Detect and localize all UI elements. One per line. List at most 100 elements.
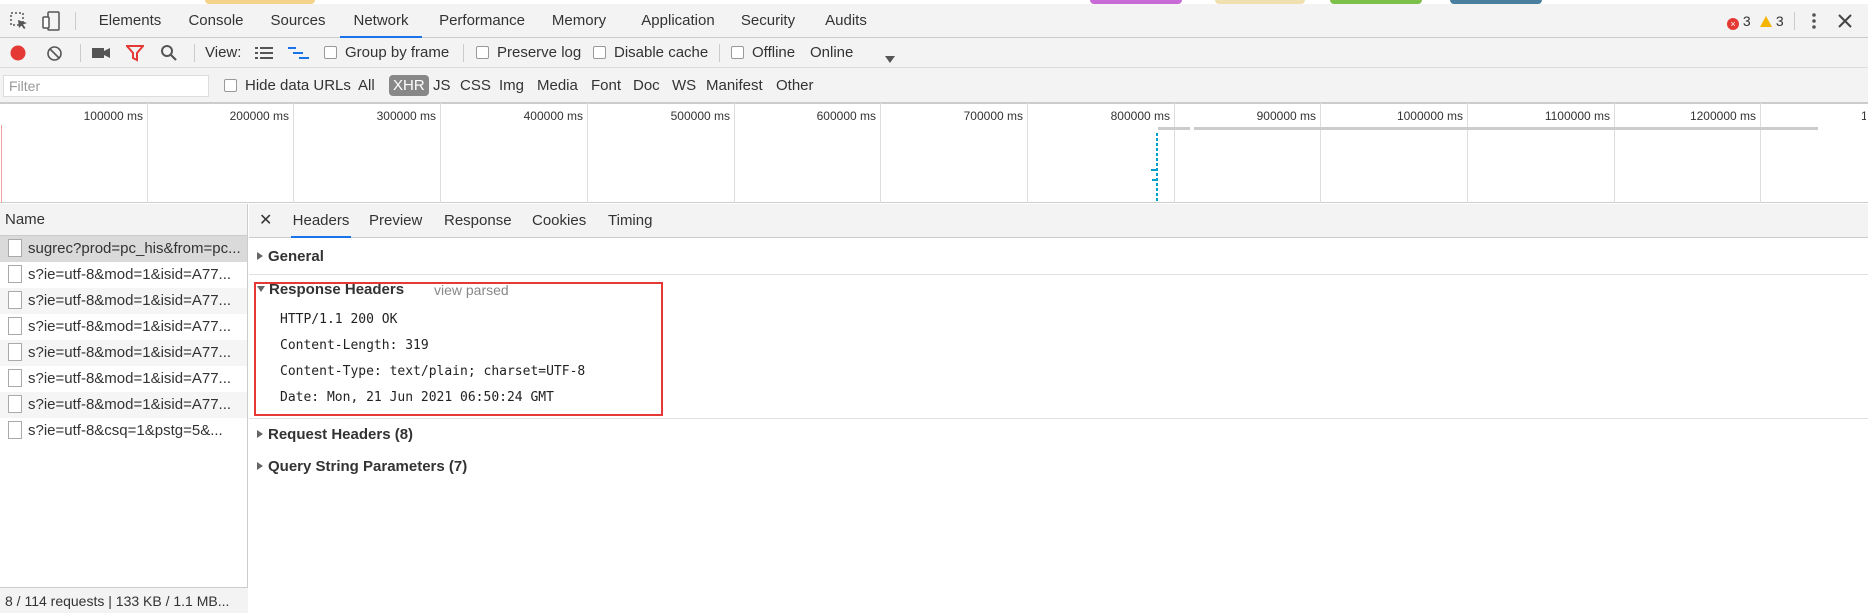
list-item[interactable]: s?ie=utf-8&mod=1&isid=A77... xyxy=(0,366,247,392)
overview-gridline xyxy=(293,103,294,203)
tab-cookies[interactable]: Cookies xyxy=(532,204,586,238)
tab-timing[interactable]: Timing xyxy=(608,204,652,238)
offline-checkbox[interactable]: Offline xyxy=(731,38,795,68)
type-filter-manifest[interactable]: Manifest xyxy=(706,68,763,103)
request-name: s?ie=utf-8&mod=1&isid=A77... xyxy=(28,344,232,361)
filter-input[interactable] xyxy=(3,75,209,97)
search-icon[interactable] xyxy=(160,44,178,65)
query-string-section-toggle[interactable]: Query String Parameters (7) xyxy=(257,458,467,475)
close-devtools-icon[interactable] xyxy=(1834,10,1856,32)
type-filter-css[interactable]: CSS xyxy=(460,68,491,103)
clear-icon[interactable] xyxy=(46,45,63,65)
tab-network[interactable]: Network xyxy=(340,4,422,38)
device-toolbar-icon[interactable] xyxy=(40,10,62,32)
more-options-icon[interactable] xyxy=(1803,10,1825,32)
tab-performance[interactable]: Performance xyxy=(432,4,532,38)
checkbox-box xyxy=(593,46,606,59)
toolbar-divider xyxy=(194,44,195,62)
section-divider xyxy=(249,274,1868,275)
request-marker xyxy=(1152,179,1156,181)
close-icon[interactable]: ✕ xyxy=(259,204,272,238)
name-column-header[interactable]: Name xyxy=(0,204,247,236)
offline-label: Offline xyxy=(752,44,796,61)
overview-tick-label: 200000 ms xyxy=(229,109,289,123)
overview-gridline xyxy=(1320,103,1321,203)
type-filter-xhr[interactable]: XHR xyxy=(389,68,429,103)
tab-memory[interactable]: Memory xyxy=(544,4,614,38)
disable-cache-checkbox[interactable]: Disable cache xyxy=(593,38,708,68)
inspect-element-icon[interactable] xyxy=(8,10,30,32)
throttling-select[interactable]: Online xyxy=(810,38,853,68)
file-icon xyxy=(8,239,22,257)
overview-tick-label: 900000 ms xyxy=(1256,109,1316,123)
overview-tick-label: 700000 ms xyxy=(963,109,1023,123)
overview-gridline xyxy=(1760,103,1761,203)
filter-bar: Hide data URLs All XHR JS CSS Img Media … xyxy=(0,68,1868,103)
request-name: s?ie=utf-8&mod=1&isid=A77... xyxy=(28,318,232,335)
screenshot-camera-icon[interactable] xyxy=(92,46,110,63)
xhr-pill: XHR xyxy=(389,75,429,96)
request-marker xyxy=(1151,169,1156,171)
list-item[interactable]: s?ie=utf-8&mod=1&isid=A77... xyxy=(0,262,247,288)
type-filter-media[interactable]: Media xyxy=(537,68,578,103)
record-icon[interactable] xyxy=(9,44,27,65)
preserve-log-checkbox[interactable]: Preserve log xyxy=(476,38,581,68)
request-headers-section-toggle[interactable]: Request Headers (8) xyxy=(257,426,413,443)
type-filter-other[interactable]: Other xyxy=(776,68,814,103)
hide-data-urls-checkbox[interactable]: Hide data URLs xyxy=(224,68,351,103)
file-icon xyxy=(8,291,22,309)
request-name: sugrec?prod=pc_his&from=pc... xyxy=(28,240,241,257)
group-by-frame-checkbox[interactable]: Group by frame xyxy=(324,38,449,68)
overview-tick-label: 600000 ms xyxy=(816,109,876,123)
disable-cache-label: Disable cache xyxy=(614,44,709,61)
request-details: ✕ Headers Preview Response Cookies Timin… xyxy=(249,204,1868,613)
expand-arrow-icon xyxy=(257,430,263,438)
tab-console[interactable]: Console xyxy=(181,4,251,38)
chevron-down-icon[interactable] xyxy=(885,50,895,66)
overview-tick-label: 500000 ms xyxy=(670,109,730,123)
query-string-title: Query String Parameters (7) xyxy=(268,458,468,475)
view-label: View: xyxy=(205,44,242,61)
file-icon xyxy=(8,265,22,283)
tab-security[interactable]: Security xyxy=(733,4,803,38)
tab-sources[interactable]: Sources xyxy=(264,4,332,38)
toolbar-divider xyxy=(80,44,81,62)
error-count-badge[interactable]: × 3 xyxy=(1727,4,1751,38)
overview-gridline xyxy=(1027,103,1028,203)
request-bar xyxy=(1194,127,1818,130)
overview-tick-label: 300000 ms xyxy=(376,109,436,123)
tab-response[interactable]: Response xyxy=(444,204,512,238)
type-filter-all[interactable]: All xyxy=(358,68,375,103)
toolbar-divider xyxy=(75,12,76,30)
overview-top-border xyxy=(0,103,1868,104)
checkbox-box xyxy=(731,46,744,59)
list-item[interactable]: s?ie=utf-8&mod=1&isid=A77... xyxy=(0,288,247,314)
file-icon xyxy=(8,343,22,361)
list-item[interactable]: s?ie=utf-8&csq=1&pstg=5&... xyxy=(0,418,247,444)
large-rows-icon[interactable] xyxy=(255,46,273,63)
overview-tick-label: 400000 ms xyxy=(523,109,583,123)
type-filter-ws[interactable]: WS xyxy=(672,68,696,103)
request-marker xyxy=(1156,133,1158,203)
tab-elements[interactable]: Elements xyxy=(88,4,172,38)
section-divider xyxy=(249,418,1868,419)
filter-icon[interactable] xyxy=(124,45,146,65)
list-item[interactable]: s?ie=utf-8&mod=1&isid=A77... xyxy=(0,340,247,366)
tab-headers[interactable]: Headers xyxy=(291,204,351,238)
file-icon xyxy=(8,369,22,387)
waterfall-icon[interactable] xyxy=(288,46,310,63)
tab-application[interactable]: Application xyxy=(630,4,726,38)
type-filter-img[interactable]: Img xyxy=(499,68,524,103)
timeline-overview[interactable]: 100000 ms 200000 ms 300000 ms 400000 ms 5000… xyxy=(0,103,1868,203)
tab-preview[interactable]: Preview xyxy=(369,204,422,238)
request-list: Name sugrec?prod=pc_his&from=pc... s?ie=… xyxy=(0,204,248,613)
tab-audits[interactable]: Audits xyxy=(816,4,876,38)
type-filter-doc[interactable]: Doc xyxy=(633,68,660,103)
general-section-toggle[interactable]: General xyxy=(257,248,324,265)
list-item[interactable]: s?ie=utf-8&mod=1&isid=A77... xyxy=(0,314,247,340)
list-item[interactable]: s?ie=utf-8&mod=1&isid=A77... xyxy=(0,392,247,418)
list-item[interactable]: sugrec?prod=pc_his&from=pc... xyxy=(0,236,247,262)
type-filter-font[interactable]: Font xyxy=(591,68,621,103)
type-filter-js[interactable]: JS xyxy=(433,68,451,103)
warning-count-badge[interactable]: 3 xyxy=(1760,4,1784,38)
